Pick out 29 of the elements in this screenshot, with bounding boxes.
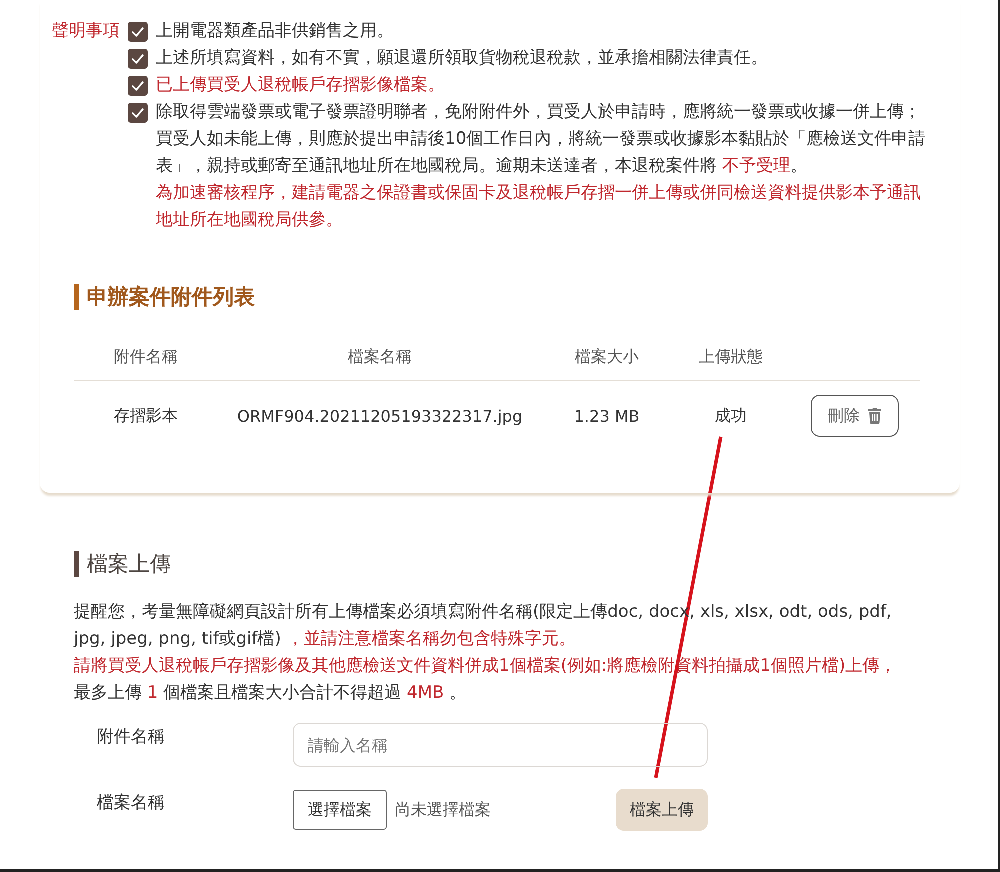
field-label: 附件名稱 [97,726,166,749]
choose-file-button[interactable]: 選擇檔案 [293,790,387,830]
column-header: 附件名稱 [114,346,178,368]
name-input[interactable]: 請輸入名稱 [293,723,708,767]
checkbox[interactable] [128,76,148,96]
checkbox[interactable] [128,102,148,122]
file-status-text: 尚未選擇檔案 [395,800,491,820]
notice-text: 最多上傳 1 個檔案且檔案大小合計不得超過 4MB 。 [74,682,468,705]
declaration-text: 上開電器類產品非供銷售之用。 [156,20,395,43]
delete-button[interactable]: 刪除 [811,395,899,437]
table-cell: 成功 [715,406,747,426]
checkbox[interactable] [128,22,148,42]
field-label: 檔案名稱 [97,792,166,815]
declaration-label: 聲明事項 [52,20,121,43]
table-cell: ORMF904.20211205193322317.jpg [237,406,523,426]
section-title: 檔案上傳 [74,551,171,577]
declaration-text: 已上傳買受人退稅帳戶存摺影像檔案。 [156,74,446,97]
upload-button[interactable]: 檔案上傳 [616,789,708,831]
declaration-text: 上述所填寫資料，如有不實，願退還所領取貨物稅退稅款，並承擔相關法律責任。 [156,47,769,70]
table-cell: 存摺影本 [114,406,178,426]
column-header: 檔案名稱 [348,346,412,368]
trash-icon [868,408,882,424]
checkbox[interactable] [128,48,148,68]
table-cell: 1.23 MB [574,406,640,426]
column-header: 檔案大小 [575,346,639,368]
warning-note: 為加速審核程序，建請電器之保證書或保固卡及退稅帳戶存摺一併上傳或併同檢送資料提供影本予通訊地址所在地國稅局供參。 [156,182,922,232]
declaration-text: 除取得雲端發票或電子發票證明聯者，免附附件外，買受人於申請時，應將統一發票或收據一併上傳；買受人如未能上傳，則應於提出申請後10個工作日內，將統一發票或收據影本黏貼於「應檢送文件申請表」，親持或郵寄至通訊地址所在地國稅局。逾期未送達者，本退稅案件將 不予受理。 [156,101,927,178]
section-title: 申辦案件附件列表 [74,284,255,310]
column-header: 上傳狀態 [699,346,763,368]
